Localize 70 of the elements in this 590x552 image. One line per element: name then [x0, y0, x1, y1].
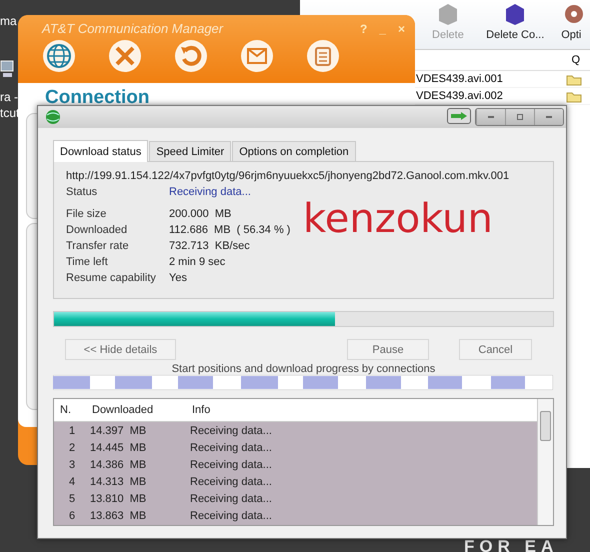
detail-label: File size — [66, 207, 106, 222]
globe-icon — [44, 109, 62, 125]
dialog-button[interactable]: Cancel — [459, 339, 532, 360]
tab[interactable]: Options on completion — [232, 141, 356, 161]
detail-value: 732.713 KB/sec — [169, 239, 250, 254]
wallpaper-text: FOR EA — [464, 537, 558, 552]
column-header[interactable]: Info — [186, 404, 537, 416]
status-label: Status — [66, 185, 98, 200]
scroll-thumb[interactable] — [540, 411, 551, 441]
table-cell-text: 1 — [68, 424, 76, 436]
section-heading: Connection — [44, 87, 150, 109]
table-cell-text: Receiving data... — [189, 492, 273, 504]
minimize-button[interactable] — [476, 109, 505, 125]
dialog-button[interactable]: << Hide details — [65, 339, 176, 360]
table-cell-text: 14.397 MB — [89, 424, 148, 436]
folder-icon — [566, 90, 582, 102]
table-cell-text: 13.863 MB — [89, 510, 148, 522]
toolbar-button[interactable]: Opti — [552, 0, 590, 49]
envelope-icon[interactable] — [240, 39, 274, 73]
toolbar-button[interactable]: Delete Co... — [478, 0, 553, 49]
table-cell-text: 3 — [68, 458, 76, 470]
detail-label: Transfer rate — [66, 239, 129, 254]
maximize-icon — [517, 114, 523, 120]
table-cell-text: Receiving data... — [189, 510, 273, 522]
table-cell-text: 14.386 MB — [89, 458, 148, 470]
table-cell-text: 5 — [68, 492, 76, 504]
table-cell-text: 2 — [68, 442, 76, 454]
tab[interactable]: Download status — [53, 140, 148, 162]
refresh-icon[interactable] — [174, 39, 208, 73]
table-cell-text: 14.445 MB — [89, 442, 148, 454]
globe-icon[interactable] — [42, 39, 76, 73]
detail-label: Downloaded — [66, 223, 128, 238]
overlay-label: kenzokun — [303, 196, 493, 242]
close-button[interactable] — [534, 109, 563, 125]
dialog-button[interactable]: Pause — [347, 339, 429, 360]
desktop-icon-label: ra - — [0, 90, 18, 104]
url-text: http://199.91.154.122/4x7pvfgt0ytg/96rjm6nyuuekxc5/jhonyeng2bd72.Ganool.com.mkv.001 — [66, 170, 510, 182]
detail-value: Yes — [169, 271, 187, 286]
table-cell-text: 4 — [68, 476, 76, 488]
desktop-icon-label: ma — [0, 14, 17, 28]
document-icon[interactable] — [306, 39, 340, 73]
file-name: VDES439.avi.002 — [416, 90, 504, 102]
tab[interactable]: Speed Limiter — [149, 141, 232, 161]
detail-label: Time left — [66, 255, 108, 270]
detail-value: 200.000 MB — [169, 207, 232, 222]
table-cell-text: 6 — [68, 510, 76, 522]
computer-icon — [0, 60, 14, 78]
folder-icon — [566, 72, 582, 86]
detail-label: Resume capability — [66, 271, 156, 286]
table-cell-text: 14.313 MB — [89, 476, 148, 488]
table-cell-text: Receiving data... — [189, 458, 273, 470]
detail-value: 2 min 9 sec — [169, 255, 226, 270]
window-title: AT&T Communication Manager — [42, 21, 224, 36]
table-cell-text: Receiving data... — [189, 476, 273, 488]
status-value: Receiving data... — [169, 185, 251, 200]
caption-text: Start positions and download progress by connections — [170, 363, 436, 375]
file-name: VDES439.avi.001 — [416, 73, 504, 85]
detail-value: 112.686 MB ( 56.34 % ) — [169, 223, 290, 238]
window-control-group[interactable] — [475, 108, 564, 126]
table-cell-text: Receiving data... — [189, 442, 273, 454]
arrow-button[interactable] — [447, 108, 471, 124]
minimize-icon — [488, 116, 494, 118]
maximize-button[interactable] — [505, 109, 534, 125]
arrow-icon — [451, 112, 467, 120]
column-header[interactable]: Downloaded — [86, 404, 186, 416]
table-cell-text: Receiving data... — [189, 424, 273, 436]
scrollbar[interactable] — [537, 399, 553, 525]
column-header[interactable]: N. — [54, 404, 86, 416]
table-cell-text: 13.810 MB — [89, 492, 148, 504]
column-header: Q — [571, 54, 580, 66]
